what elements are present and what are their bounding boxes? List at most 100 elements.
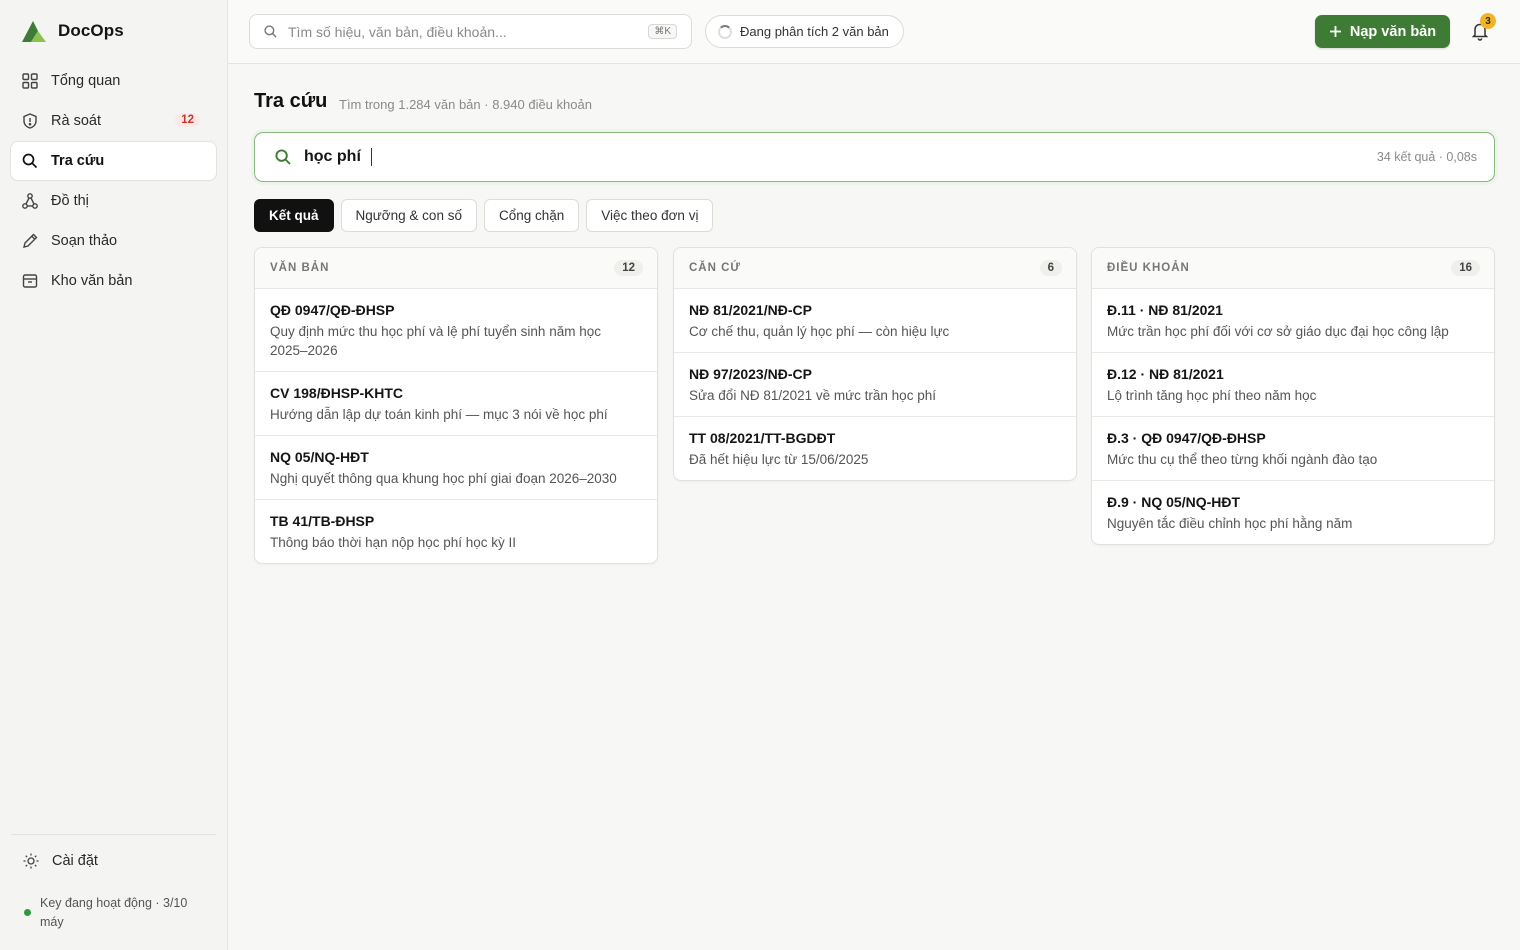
column-title: VĂN BẢN bbox=[270, 262, 330, 274]
column-header: ĐIỀU KHOẢN 16 bbox=[1092, 248, 1494, 289]
item-title: QĐ 0947/QĐ-ĐHSP bbox=[270, 302, 395, 318]
clauses-column: ĐIỀU KHOẢN 16 Đ.11 · NĐ 81/2021 Mức trần… bbox=[1091, 247, 1495, 545]
item-description: Sửa đổi NĐ 81/2021 về mức trần học phí bbox=[689, 388, 936, 403]
sun-gear-icon bbox=[23, 853, 39, 869]
plus-icon bbox=[1329, 26, 1341, 37]
upload-document-button[interactable]: Nạp văn bản bbox=[1315, 15, 1450, 48]
spinner-icon bbox=[718, 24, 732, 39]
result-tabs: Kết quả Ngưỡng & con số Cổng chặn Việc t… bbox=[254, 199, 714, 232]
legal-basis-column: CĂN CỨ 6 NĐ 81/2021/NĐ-CP Cơ chế thu, qu… bbox=[673, 247, 1077, 481]
grid-icon bbox=[22, 73, 38, 89]
sidebar: DocOps Tổng quan Rà soát 12 Tra cứu Đồ t… bbox=[0, 0, 228, 950]
list-item[interactable]: NQ 05/NQ-HĐT Nghị quyết thông qua khung … bbox=[255, 436, 657, 500]
graph-icon bbox=[22, 193, 38, 209]
upload-label: Nạp văn bản bbox=[1349, 23, 1437, 40]
item-description: Nguyên tắc điều chỉnh học phí hằng năm bbox=[1107, 516, 1353, 531]
sidebar-divider bbox=[11, 834, 216, 835]
item-title: NĐ 97/2023/NĐ-CP bbox=[689, 366, 812, 382]
status-dot bbox=[24, 909, 31, 916]
pen-icon bbox=[23, 233, 38, 248]
list-item[interactable]: NĐ 97/2023/NĐ-CP Sửa đổi NĐ 81/2021 về m… bbox=[674, 353, 1076, 417]
list-item[interactable]: Đ.3 · QĐ 0947/QĐ-ĐHSP Mức thu cụ thể the… bbox=[1092, 417, 1494, 481]
item-title: Đ.11 · NĐ 81/2021 bbox=[1107, 302, 1223, 318]
documents-column: VĂN BẢN 12 QĐ 0947/QĐ-ĐHSP Quy định mức … bbox=[254, 247, 658, 564]
column-count-badge: 16 bbox=[1451, 260, 1480, 276]
brand[interactable]: DocOps bbox=[20, 19, 124, 43]
column-header: VĂN BẢN 12 bbox=[255, 248, 657, 289]
shield-icon bbox=[23, 113, 37, 129]
topbar: ⌘K Đang phân tích 2 văn bản Nạp văn bản … bbox=[228, 0, 1520, 64]
global-search[interactable]: ⌘K bbox=[249, 14, 692, 49]
tab-gates[interactable]: Cổng chặn bbox=[483, 199, 580, 232]
sidebar-item-label: Đồ thị bbox=[51, 193, 89, 209]
sidebar-item-label: Soạn thảo bbox=[51, 233, 118, 249]
list-item[interactable]: CV 198/ĐHSP-KHTC Hướng dẫn lập dự toán k… bbox=[255, 372, 657, 436]
search-query-text: học phí bbox=[304, 148, 361, 165]
license-key-status: Key đang hoạt động · 3/10 máy bbox=[24, 894, 204, 932]
item-title: Đ.9 · NQ 05/NQ-HĐT bbox=[1107, 494, 1241, 510]
item-description: Quy định mức thu học phí và lệ phí tuyển… bbox=[270, 324, 601, 358]
page-title: Tra cứu bbox=[254, 90, 328, 112]
archive-icon bbox=[22, 274, 38, 288]
column-count-badge: 6 bbox=[1039, 260, 1062, 276]
list-item[interactable]: NĐ 81/2021/NĐ-CP Cơ chế thu, quản lý học… bbox=[674, 289, 1076, 353]
sidebar-item-archive[interactable]: Kho văn bản bbox=[11, 262, 216, 300]
notification-badge: 3 bbox=[1480, 13, 1496, 29]
list-item[interactable]: TB 41/TB-ĐHSP Thông báo thời hạn nộp học… bbox=[255, 500, 657, 563]
list-item[interactable]: Đ.11 · NĐ 81/2021 Mức trần học phí đối v… bbox=[1092, 289, 1494, 353]
item-title: Đ.3 · QĐ 0947/QĐ-ĐHSP bbox=[1107, 430, 1266, 446]
brand-name: DocOps bbox=[58, 21, 124, 40]
item-description: Cơ chế thu, quản lý học phí — còn hiệu l… bbox=[689, 324, 950, 339]
sidebar-item-draft[interactable]: Soạn thảo bbox=[11, 222, 216, 260]
list-item[interactable]: Đ.12 · NĐ 81/2021 Lộ trình tăng học phí … bbox=[1092, 353, 1494, 417]
item-title: TT 08/2021/TT-BGDĐT bbox=[689, 430, 836, 446]
item-title: TB 41/TB-ĐHSP bbox=[270, 513, 375, 529]
item-title: NQ 05/NQ-HĐT bbox=[270, 449, 369, 465]
item-description: Nghị quyết thông qua khung học phí giai … bbox=[270, 471, 617, 486]
item-description: Đã hết hiệu lực từ 15/06/2025 bbox=[689, 452, 869, 467]
column-header: CĂN CỨ 6 bbox=[674, 248, 1076, 289]
lookup-search-field[interactable]: học phí 34 kết quả · 0,08s bbox=[254, 132, 1495, 182]
item-description: Thông báo thời hạn nộp học phí học kỳ II bbox=[270, 535, 517, 550]
page-subtitle: Tìm trong 1.284 văn bản · 8.940 điều kho… bbox=[339, 97, 592, 112]
column-title: ĐIỀU KHOẢN bbox=[1107, 262, 1190, 274]
item-description: Hướng dẫn lập dự toán kinh phí — mục 3 n… bbox=[270, 407, 608, 422]
analysis-status-pill[interactable]: Đang phân tích 2 văn bản bbox=[705, 15, 904, 48]
item-title: Đ.12 · NĐ 81/2021 bbox=[1107, 366, 1224, 382]
sidebar-item-graph[interactable]: Đồ thị bbox=[11, 182, 216, 220]
sidebar-item-label: Tổng quan bbox=[51, 73, 121, 89]
list-item[interactable]: QĐ 0947/QĐ-ĐHSP Quy định mức thu học phí… bbox=[255, 289, 657, 372]
search-icon bbox=[275, 149, 291, 165]
sidebar-item-label: Rà soát bbox=[51, 113, 101, 129]
docops-logo-icon bbox=[22, 21, 46, 42]
sidebar-item-label: Kho văn bản bbox=[51, 273, 133, 289]
item-description: Mức trần học phí đối với cơ sở giáo dục … bbox=[1107, 324, 1449, 339]
column-count-badge: 12 bbox=[614, 260, 643, 276]
sidebar-item-label: Tra cứu bbox=[51, 153, 105, 169]
settings-label: Cài đặt bbox=[52, 853, 98, 869]
search-icon bbox=[22, 153, 38, 169]
sidebar-item-review[interactable]: Rà soát 12 bbox=[11, 102, 216, 140]
result-meta: 34 kết quả · 0,08s bbox=[1376, 150, 1477, 164]
sidebar-item-lookup[interactable]: Tra cứu bbox=[11, 142, 216, 180]
item-description: Lộ trình tăng học phí theo năm học bbox=[1107, 388, 1317, 403]
column-title: CĂN CỨ bbox=[689, 262, 741, 274]
tab-tasks-by-unit[interactable]: Việc theo đơn vị bbox=[586, 199, 714, 232]
review-count-badge: 12 bbox=[175, 113, 200, 127]
item-title: NĐ 81/2021/NĐ-CP bbox=[689, 302, 812, 318]
analysis-status-text: Đang phân tích 2 văn bản bbox=[740, 24, 889, 39]
shortcut-hint: ⌘K bbox=[648, 24, 677, 39]
settings-button[interactable]: Cài đặt bbox=[22, 852, 98, 870]
global-search-input[interactable] bbox=[288, 23, 628, 40]
sidebar-item-overview[interactable]: Tổng quan bbox=[11, 62, 216, 100]
text-caret bbox=[370, 148, 372, 166]
list-item[interactable]: TT 08/2021/TT-BGDĐT Đã hết hiệu lực từ 1… bbox=[674, 417, 1076, 480]
item-description: Mức thu cụ thể theo từng khối ngành đào … bbox=[1107, 452, 1378, 467]
item-title: CV 198/ĐHSP-KHTC bbox=[270, 385, 404, 401]
tab-results[interactable]: Kết quả bbox=[254, 199, 334, 232]
list-item[interactable]: Đ.9 · NQ 05/NQ-HĐT Nguyên tắc điều chỉnh… bbox=[1092, 481, 1494, 544]
search-icon bbox=[264, 25, 277, 38]
tab-thresholds[interactable]: Ngưỡng & con số bbox=[340, 199, 477, 232]
sidebar-nav: Tổng quan Rà soát 12 Tra cứu Đồ thị Soạn… bbox=[11, 62, 216, 302]
key-status-text: Key đang hoạt động · 3/10 máy bbox=[40, 896, 188, 929]
